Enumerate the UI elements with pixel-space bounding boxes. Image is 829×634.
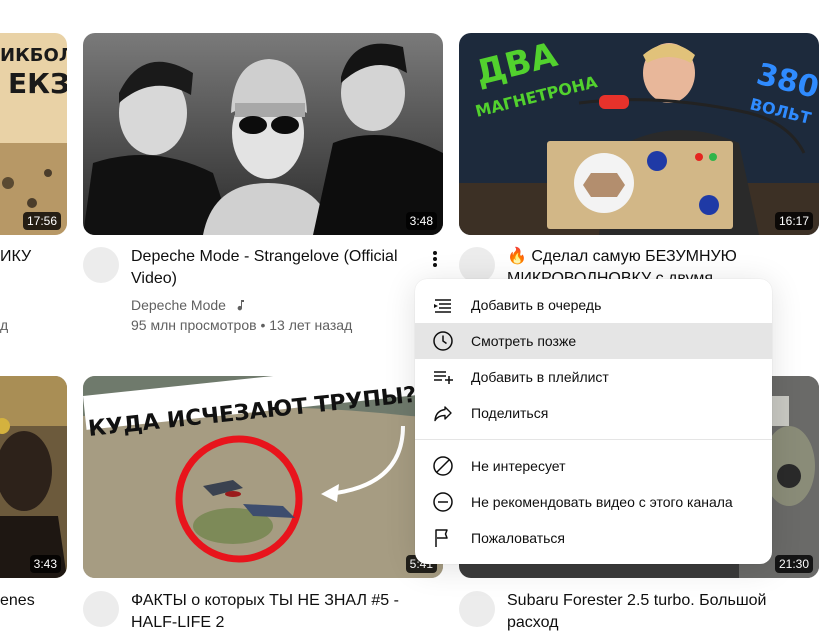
thumbnail-image: КУДА ИСЧЕЗАЮТ ТРУПЫ? — [83, 376, 443, 578]
video-thumbnail-left-partial[interactable]: 3:43 — [0, 376, 67, 578]
clock-icon — [433, 331, 453, 351]
remove-circle-icon — [433, 492, 453, 512]
menu-item-label: Не интересует — [471, 458, 566, 474]
channel-name[interactable]: Depeche Mode — [131, 297, 226, 313]
meta-separator: • — [260, 317, 270, 333]
channel-name-row: Depeche Mode — [131, 295, 246, 315]
svg-text:ИКБОЛА: ИКБОЛА — [0, 45, 67, 66]
video-meta-fragment: д — [0, 317, 9, 333]
menu-item-label: Не рекомендовать видео с этого канала — [471, 494, 733, 510]
svg-text:ЕКЗА: ЕКЗА — [8, 67, 67, 100]
menu-item-add-to-queue[interactable]: Добавить в очередь — [415, 287, 772, 323]
video-title[interactable]: ФАКТЫ о которых ТЫ НЕ ЗНАЛ #5 - HALF-LIF… — [131, 590, 416, 634]
video-thumbnail-microwave[interactable]: ДВА МАГНЕТРОНА 380 ВОЛЬТ 16:17 — [459, 33, 819, 235]
more-actions-button[interactable] — [423, 247, 447, 271]
menu-item-watch-later[interactable]: Смотреть позже — [415, 323, 772, 359]
menu-item-label: Добавить в плейлист — [471, 369, 609, 385]
channel-avatar[interactable] — [83, 247, 119, 283]
kebab-dot — [433, 257, 437, 261]
video-duration: 16:17 — [774, 212, 813, 230]
not-interested-icon — [433, 456, 453, 476]
video-title[interactable]: Subaru Forester 2.5 turbo. Большой расхо… — [507, 590, 807, 634]
menu-item-report[interactable]: Пожаловаться — [415, 520, 772, 556]
playlist-add-icon — [434, 371, 453, 384]
upload-age: 13 лет назад — [269, 317, 353, 333]
video-title[interactable]: Depeche Mode - Strangelove (Official Vid… — [131, 246, 416, 290]
video-duration: 3:48 — [405, 212, 437, 230]
music-note-icon — [237, 300, 244, 311]
video-context-menu: Добавить в очередь Смотреть позже Добави… — [415, 279, 772, 564]
add-to-queue-icon — [434, 299, 451, 313]
thumbnail-image — [0, 376, 67, 578]
share-icon — [434, 406, 452, 422]
menu-item-dont-recommend-channel[interactable]: Не рекомендовать видео с этого канала — [415, 484, 772, 520]
menu-item-label: Пожаловаться — [471, 530, 566, 546]
channel-avatar[interactable] — [459, 247, 495, 283]
flag-icon — [435, 529, 448, 547]
channel-avatar[interactable] — [83, 591, 119, 627]
channel-avatar[interactable] — [459, 591, 495, 627]
thumbnail-image: ИКБОЛА ЕКЗА — [0, 33, 67, 235]
video-duration: 3:43 — [29, 555, 61, 573]
menu-item-not-interested[interactable]: Не интересует — [415, 448, 772, 484]
video-duration: 21:30 — [774, 555, 813, 573]
kebab-dot — [433, 263, 437, 267]
menu-item-label: Поделиться — [471, 405, 549, 421]
thumbnail-image — [83, 33, 443, 235]
menu-item-share[interactable]: Поделиться — [415, 395, 772, 431]
kebab-dot — [433, 251, 437, 255]
video-thumbnail-depeche[interactable]: 3:48 — [83, 33, 443, 235]
view-count: 95 млн просмотров — [131, 317, 257, 333]
menu-item-label: Смотреть позже — [471, 333, 577, 349]
menu-item-add-to-playlist[interactable]: Добавить в плейлист — [415, 359, 772, 395]
menu-item-label: Добавить в очередь — [471, 297, 602, 313]
video-thumbnail-left-partial[interactable]: ИКБОЛА ЕКЗА 17:56 — [0, 33, 67, 235]
video-title[interactable]: enes — [0, 590, 40, 612]
video-thumbnail-halflife[interactable]: КУДА ИСЧЕЗАЮТ ТРУПЫ? 5:41 — [83, 376, 443, 578]
video-duration: 17:56 — [22, 212, 61, 230]
video-stats: 95 млн просмотров • 13 лет назад — [131, 315, 352, 335]
menu-divider — [415, 439, 772, 440]
thumbnail-image: ДВА МАГНЕТРОНА 380 ВОЛЬТ — [459, 33, 819, 235]
video-title[interactable]: ИКУ — [0, 246, 40, 268]
